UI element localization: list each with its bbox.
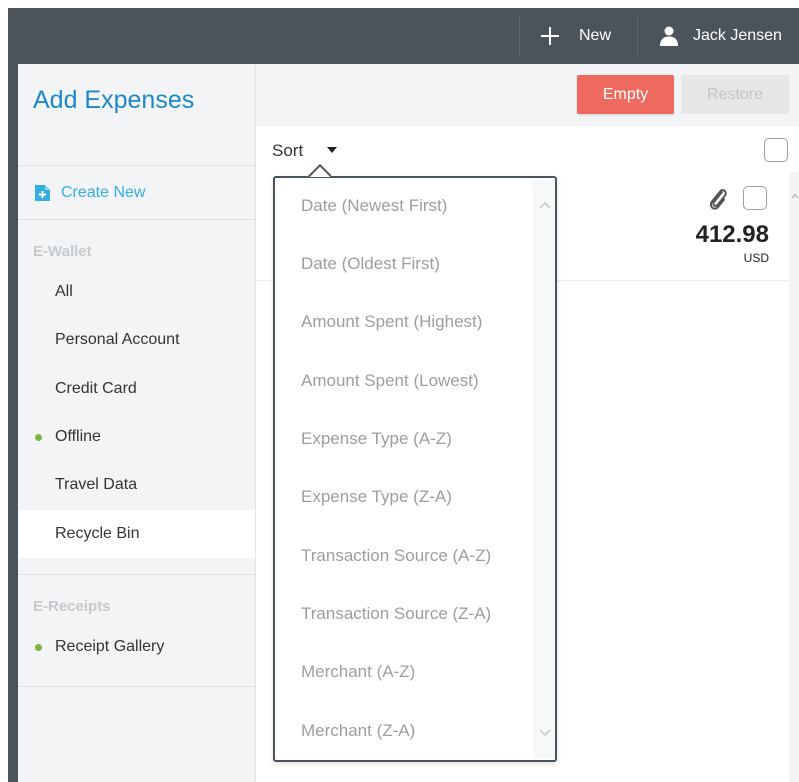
sidebar-item-credit-card[interactable]: Credit Card [18, 365, 255, 413]
left-edge-bar [8, 64, 18, 782]
sort-button[interactable]: Sort [272, 141, 303, 161]
new-button[interactable]: New [541, 8, 611, 64]
sidebar-divider [18, 686, 255, 687]
sidebar-item-label: Offline [55, 428, 101, 445]
sort-option-date-oldest[interactable]: Date (Oldest First) [301, 249, 440, 279]
paperclip-icon[interactable] [707, 186, 729, 212]
chevron-up-icon[interactable] [791, 193, 799, 199]
dropdown-pointer [307, 163, 331, 177]
user-icon [660, 26, 678, 46]
sort-option-expense-type-za[interactable]: Expense Type (Z-A) [301, 482, 452, 512]
sort-option-merchant-za[interactable]: Merchant (Z-A) [301, 716, 415, 746]
sidebar-item-offline[interactable]: Offline [18, 413, 255, 461]
sidebar-item-label: Travel Data [55, 476, 138, 493]
sidebar-item-travel-data[interactable]: Travel Data [18, 461, 255, 509]
dropdown-scrollbar[interactable] [533, 180, 555, 758]
sidebar: Add Expenses Create New E-Wallet All Per… [18, 64, 256, 782]
restore-button[interactable]: Restore [681, 75, 789, 114]
header-divider [519, 16, 520, 56]
empty-button[interactable]: Empty [577, 75, 674, 114]
expense-currency: USD [743, 251, 769, 265]
sort-option-amount-lowest[interactable]: Amount Spent (Lowest) [301, 366, 479, 396]
sort-option-date-newest[interactable]: Date (Newest First) [301, 191, 447, 221]
list-scrollbar[interactable] [789, 172, 799, 782]
sort-bar [256, 126, 799, 173]
sidebar-item-recycle-bin[interactable]: Recycle Bin [18, 510, 255, 558]
section-label-e-wallet: E-Wallet [33, 243, 92, 260]
expense-amount: 412.98 [695, 221, 769, 248]
section-label-e-receipts: E-Receipts [33, 598, 111, 615]
create-new-label: Create New [61, 184, 146, 201]
new-button-label: New [579, 27, 612, 44]
sidebar-item-label: Receipt Gallery [55, 638, 165, 655]
create-new-link[interactable]: Create New [35, 181, 145, 205]
top-header: New Jack Jensen [8, 8, 799, 64]
sort-option-transaction-source-za[interactable]: Transaction Source (Z-A) [301, 599, 491, 629]
sidebar-item-all[interactable]: All [18, 268, 255, 316]
status-dot [35, 434, 42, 441]
page-title: Add Expenses [33, 86, 195, 114]
user-name: Jack Jensen [693, 27, 782, 44]
sort-option-merchant-az[interactable]: Merchant (A-Z) [301, 657, 415, 687]
status-dot [35, 644, 42, 651]
sidebar-item-label: All [55, 283, 73, 300]
sidebar-item-label: Credit Card [55, 380, 137, 397]
chevron-up-icon[interactable] [539, 201, 551, 209]
sort-option-amount-highest[interactable]: Amount Spent (Highest) [301, 307, 482, 337]
header-divider [637, 16, 638, 56]
sidebar-item-label: Personal Account [55, 331, 180, 348]
sidebar-divider [18, 165, 255, 166]
user-menu[interactable]: Jack Jensen [660, 8, 782, 64]
plus-icon [541, 27, 559, 45]
caret-down-icon[interactable] [327, 147, 337, 153]
select-all-checkbox[interactable] [764, 138, 788, 162]
sort-option-transaction-source-az[interactable]: Transaction Source (A-Z) [301, 541, 491, 571]
document-add-icon [35, 185, 50, 201]
expense-checkbox[interactable] [743, 186, 767, 210]
chevron-down-icon[interactable] [539, 729, 551, 737]
sidebar-item-label: Recycle Bin [55, 525, 140, 542]
sort-option-expense-type-az[interactable]: Expense Type (A-Z) [301, 424, 452, 454]
sidebar-item-receipt-gallery[interactable]: Receipt Gallery [18, 623, 255, 671]
sidebar-divider [18, 574, 255, 575]
sidebar-item-personal-account[interactable]: Personal Account [18, 316, 255, 364]
sidebar-divider [18, 219, 255, 220]
